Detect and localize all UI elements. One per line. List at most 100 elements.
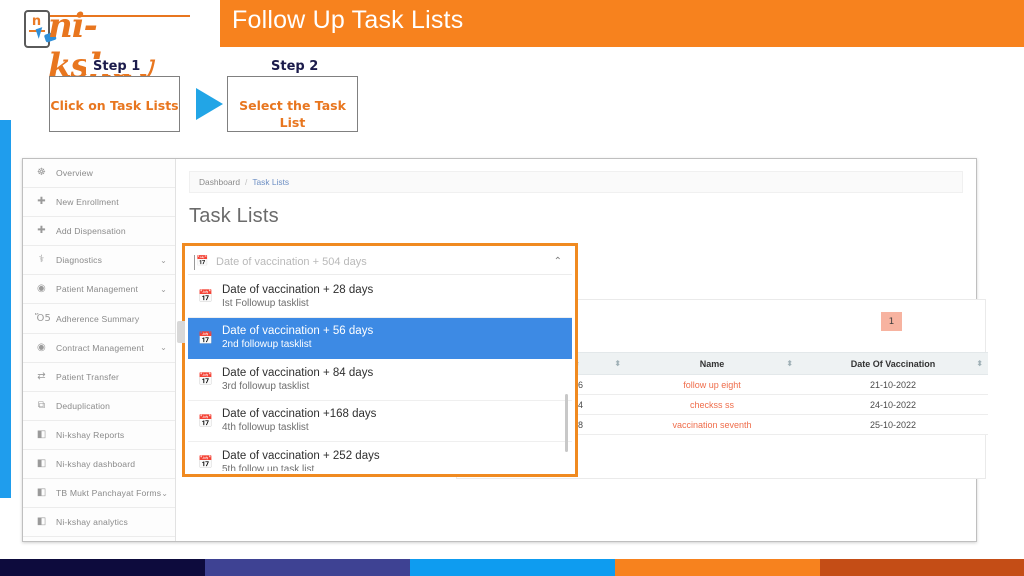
calendar-icon: 📅 xyxy=(198,413,213,428)
sidebar-item-nikshay-dashboard[interactable]: ◧ Ni-kshay dashboard xyxy=(23,450,175,480)
sidebar-item-deduplication[interactable]: ⧉ Deduplication xyxy=(23,392,175,421)
option-title: Date of vaccination + 56 days xyxy=(222,325,374,338)
table-cell-date: 21-10-2022 xyxy=(798,374,988,395)
table-cell-date: 25-10-2022 xyxy=(798,414,988,435)
sidebar-item-label: Overview xyxy=(56,168,94,179)
option-title: Date of vaccination + 84 days xyxy=(222,366,374,379)
breadcrumb-dashboard[interactable]: Dashboard xyxy=(199,177,240,187)
sidebar-item-diagnostics[interactable]: ⚕ Diagnostics ⌄ xyxy=(23,246,175,276)
sidebar-item-label: Diagnostics xyxy=(56,255,103,266)
option-subtitle: 2nd followup tasklist xyxy=(222,339,312,351)
calendar-icon: 📅 xyxy=(196,255,209,267)
dropdown-option-3[interactable]: 📅 Date of vaccination + 84 days 3rd foll… xyxy=(188,359,572,401)
table-col-label: Date Of Vaccination xyxy=(850,358,936,369)
dropdown-option-4[interactable]: 📅 Date of vaccination +168 days 4th foll… xyxy=(188,400,572,442)
sidebar-item-label: New Enrollment xyxy=(56,197,119,208)
sidebar-item-label: Contract Management xyxy=(56,342,144,353)
page-title: Task Lists xyxy=(189,205,279,227)
document-icon: ◧ xyxy=(36,457,47,469)
plus-icon: ✚ xyxy=(37,225,46,237)
sidebar-item-label: TB Mukt Panchayat Forms xyxy=(56,488,162,499)
calendar-icon: 📅 xyxy=(198,289,213,304)
chevron-down-icon: ⌄ xyxy=(161,488,169,498)
camera-icon: ◉ xyxy=(37,341,46,353)
sidebar-item-new-enrollment[interactable]: ✚ New Enrollment xyxy=(23,188,175,218)
sidebar-item-add-dispensation[interactable]: ✚ Add Dispensation xyxy=(23,217,175,247)
option-subtitle: 4th followup tasklist xyxy=(222,422,309,434)
sidebar-item-label: Ni-kshay dashboard xyxy=(56,458,136,469)
footer-strip-2 xyxy=(205,559,410,576)
dropdown-scrollbar[interactable] xyxy=(565,394,568,452)
header-title: Follow Up Task Lists xyxy=(232,6,464,34)
stethoscope-icon: ⚕ xyxy=(38,254,45,266)
calendar-icon: 📅 xyxy=(198,372,213,387)
table-cell-name[interactable]: follow up eight xyxy=(626,374,798,395)
table-col-name[interactable]: Name ⬍ xyxy=(626,352,798,375)
chevron-down-icon: ⌄ xyxy=(160,343,167,353)
dropdown-option-list[interactable]: 📅 Date of vaccination + 28 days Ist Foll… xyxy=(188,276,572,471)
task-list-select-input[interactable]: 📅 Date of vaccination + 504 days ⌃ xyxy=(188,249,572,275)
play-arrow-icon xyxy=(196,88,223,120)
sort-updown-icon[interactable]: ⬍ xyxy=(976,359,983,368)
calendar-icon: 📅 xyxy=(198,330,213,345)
logo-wordmark: ni-kshay xyxy=(48,6,194,86)
footer-strip-4 xyxy=(615,559,820,576)
breadcrumb-separator: / xyxy=(244,177,248,187)
step-1-box: Click on Task Lists xyxy=(49,76,180,132)
chevron-up-icon[interactable]: ⌃ xyxy=(554,256,562,267)
table-col-date-of-vaccination[interactable]: Date Of Vaccination ⬍ xyxy=(798,352,988,375)
left-accent-rail xyxy=(0,120,11,498)
sidebar-item-adherence-summary[interactable]: Ὄ5 Adherence Summary xyxy=(23,304,175,334)
plus-icon: ✚ xyxy=(37,196,46,208)
sidebar-item-patient-transfer[interactable]: ⇄ Patient Transfer xyxy=(23,363,175,392)
sidebar-item-label: Add Dispensation xyxy=(56,226,126,237)
document-icon: ◧ xyxy=(36,516,47,528)
document-icon: ◧ xyxy=(36,428,47,440)
task-list-dropdown[interactable]: 📅 Date of vaccination + 504 days ⌃ 📅 Dat… xyxy=(177,243,578,477)
sidebar-item-patient-management[interactable]: ◉ Patient Management ⌄ xyxy=(23,275,175,305)
sort-updown-icon[interactable]: ⬍ xyxy=(786,359,793,368)
step-1-caption: Step 1 xyxy=(86,59,148,74)
dropdown-placeholder: Date of vaccination + 504 days xyxy=(216,255,367,268)
sidebar-collapse-handle[interactable] xyxy=(177,321,185,343)
sidebar-item-label: Patient Management xyxy=(56,284,139,295)
breadcrumb-current[interactable]: Task Lists xyxy=(252,177,289,187)
footer-strip-5 xyxy=(820,559,1024,576)
option-title: Date of vaccination + 252 days xyxy=(222,449,380,462)
sidebar: ☸ Overview ✚ New Enrollment ✚ Add Dispen… xyxy=(23,159,176,541)
dropdown-option-5[interactable]: 📅 Date of vaccination + 252 days 5th fol… xyxy=(188,442,572,471)
transfer-icon: ⇄ xyxy=(37,370,46,382)
status-badge[interactable]: 1 xyxy=(881,312,902,331)
sidebar-item-overview[interactable]: ☸ Overview xyxy=(23,159,175,189)
table-cell-name[interactable]: vaccination seventh xyxy=(626,414,798,435)
sidebar-item-nikshay-reports[interactable]: ◧ Ni-kshay Reports xyxy=(23,421,175,450)
copy-icon: ⧉ xyxy=(37,399,46,411)
footer-strip-3 xyxy=(410,559,615,576)
camera-icon: ◉ xyxy=(37,283,46,295)
table-col-label: Name xyxy=(699,358,725,369)
table-cell-name[interactable]: checkss ss xyxy=(626,394,798,415)
sidebar-item-label: Ni-kshay analytics xyxy=(56,517,128,528)
step-1-text: Click on Task Lists xyxy=(50,98,179,113)
dropdown-option-2[interactable]: 📅 Date of vaccination + 56 days 2nd foll… xyxy=(188,317,572,359)
step-2-box: Select the Task List xyxy=(227,76,358,132)
option-subtitle: Ist Followup tasklist xyxy=(222,297,309,309)
sidebar-item-contract-management[interactable]: ◉ Contract Management ⌄ xyxy=(23,334,175,363)
breadcrumb: Dashboard / Task Lists xyxy=(189,171,963,193)
option-title: Date of vaccination +168 days xyxy=(222,408,377,421)
nikshay-logo: n ni-kshay xyxy=(24,6,194,86)
sidebar-item-label: Patient Transfer xyxy=(56,371,120,382)
table-cell-date: 24-10-2022 xyxy=(798,394,988,415)
step-2-text: Select the Task List xyxy=(239,98,346,130)
option-title: Date of vaccination + 28 days xyxy=(222,283,374,296)
sidebar-item-label: Ni-kshay Reports xyxy=(56,429,125,440)
document-icon: ◧ xyxy=(36,487,47,499)
step-2-caption: Step 2 xyxy=(264,59,326,74)
sidebar-item-label: Adherence Summary xyxy=(56,313,140,324)
sidebar-item-nikshay-analytics[interactable]: ◧ Ni-kshay analytics xyxy=(23,508,175,538)
chevron-down-icon: ⌄ xyxy=(160,255,167,265)
sidebar-item-tb-mukt-panchayat-forms[interactable]: ◧ TB Mukt Panchayat Forms ⌄ xyxy=(23,479,175,509)
sort-updown-icon[interactable]: ⬍ xyxy=(614,359,621,368)
calendar-icon: 📅 xyxy=(198,455,213,470)
dropdown-option-1[interactable]: 📅 Date of vaccination + 28 days Ist Foll… xyxy=(188,276,572,318)
